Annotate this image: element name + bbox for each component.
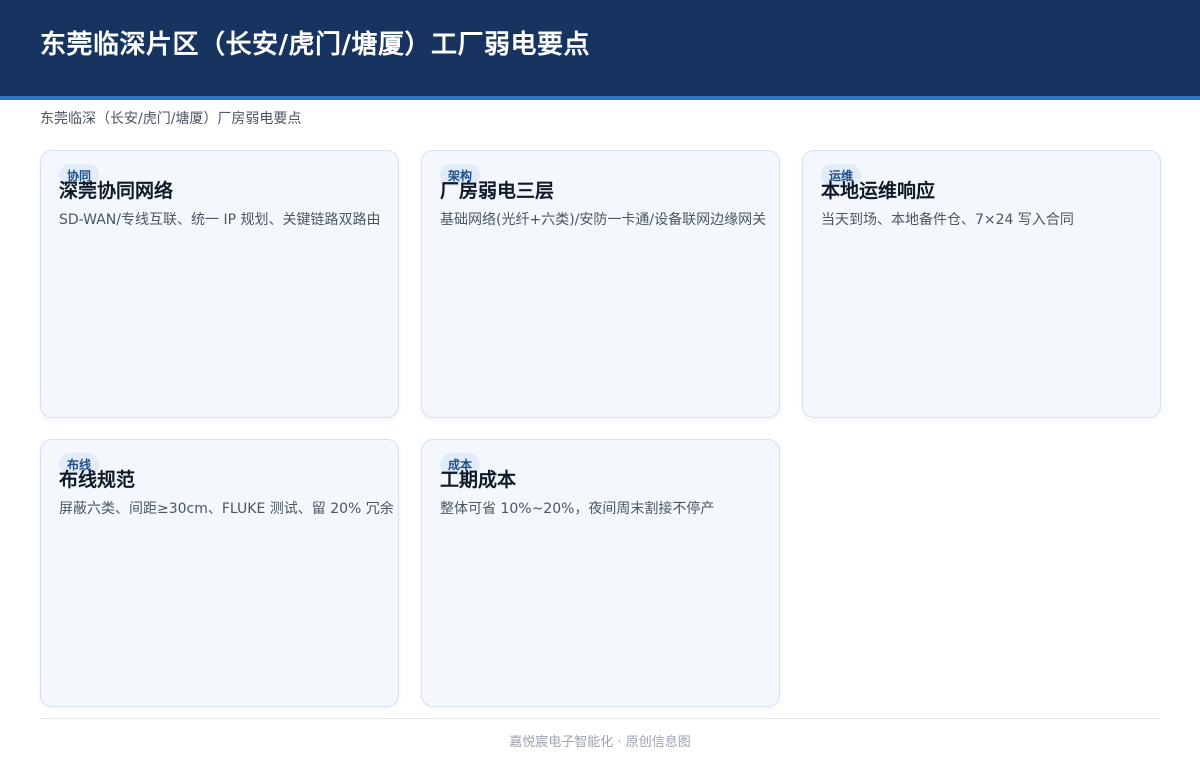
page-header: 东莞临深片区（长安/虎门/塘厦）工厂弱电要点	[0, 0, 1200, 100]
card-description: 基础网络(光纤+六类)/安防一卡通/设备联网边缘网关	[440, 212, 767, 228]
card-title: 工期成本	[440, 469, 517, 491]
card-title: 本地运维响应	[821, 180, 936, 202]
card-cabling: 布线 布线规范 屏蔽六类、间距≥30cm、FLUKE 测试、留 20% 冗余	[40, 439, 399, 707]
footer-divider	[40, 718, 1160, 719]
card-title: 厂房弱电三层	[440, 180, 555, 202]
card-architecture: 架构 厂房弱电三层 基础网络(光纤+六类)/安防一卡通/设备联网边缘网关	[421, 150, 780, 418]
card-description: 屏蔽六类、间距≥30cm、FLUKE 测试、留 20% 冗余	[59, 501, 394, 517]
card-description: 当天到场、本地备件仓、7×24 写入合同	[821, 212, 1074, 228]
card-collaboration: 协同 深莞协同网络 SD-WAN/专线互联、统一 IP 规划、关键链路双路由	[40, 150, 399, 418]
page-subtitle: 东莞临深（长安/虎门/塘厦）厂房弱电要点	[40, 111, 302, 127]
card-cost: 成本 工期成本 整体可省 10%~20%，夜间周末割接不停产	[421, 439, 780, 707]
card-title: 布线规范	[59, 469, 136, 491]
card-description: SD-WAN/专线互联、统一 IP 规划、关键链路双路由	[59, 212, 381, 228]
page-title: 东莞临深片区（长安/虎门/塘厦）工厂弱电要点	[40, 30, 590, 60]
card-operations: 运维 本地运维响应 当天到场、本地备件仓、7×24 写入合同	[802, 150, 1161, 418]
card-title: 深莞协同网络	[59, 180, 174, 202]
card-description: 整体可省 10%~20%，夜间周末割接不停产	[440, 501, 715, 517]
footer-credit: 嘉悦宸电子智能化 · 原创信息图	[509, 735, 691, 750]
